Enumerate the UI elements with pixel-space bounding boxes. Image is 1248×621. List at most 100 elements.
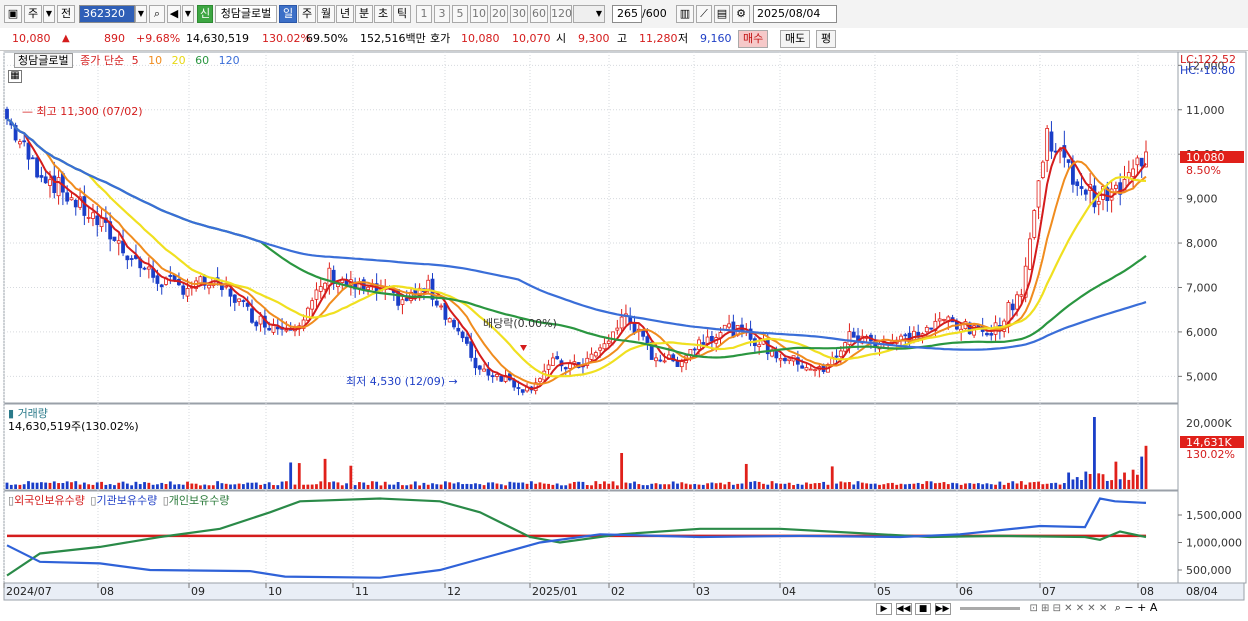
candle-body — [568, 363, 572, 369]
zoom-in-icon[interactable]: + — [1137, 601, 1146, 614]
candle-body — [550, 357, 555, 366]
volume-bar — [946, 484, 950, 489]
candle-body — [912, 330, 916, 341]
candle-body — [834, 355, 839, 358]
volume-bar — [809, 483, 813, 489]
volume-bar — [1037, 481, 1040, 489]
window-icon[interactable]: ▣ — [4, 5, 22, 23]
rewind-icon[interactable]: ◀◀ — [895, 603, 912, 615]
candle-body — [1135, 157, 1140, 166]
interval-button-60[interactable]: 60 — [530, 5, 548, 23]
calendar-icon[interactable]: ▦ — [8, 70, 22, 83]
volume-bar — [955, 483, 959, 489]
price-legend: 청담글로벌 종가 단순 5 10 20 60 120 — [14, 52, 240, 68]
candle-body — [284, 329, 289, 332]
volume-bar — [822, 481, 826, 489]
interval-button-20[interactable]: 20 — [490, 5, 508, 23]
speaker-dropdown-icon[interactable]: ▼ — [182, 5, 194, 23]
candle-body — [602, 343, 607, 350]
volume-bar — [39, 482, 43, 489]
period-tab-6[interactable]: 틱 — [393, 5, 411, 23]
stock-chart[interactable]: 12,00011,00010,0009,0008,0007,0006,0005,… — [0, 50, 1248, 621]
candle-body — [181, 285, 186, 295]
settings-gear-icon[interactable]: ⚙ — [732, 5, 750, 23]
market-selector[interactable]: 주 — [24, 5, 42, 23]
candle-body — [477, 365, 482, 370]
volume-bar — [534, 483, 538, 489]
volume-bar — [203, 484, 207, 489]
period-tab-4[interactable]: 분 — [355, 5, 373, 23]
candle-body — [662, 360, 667, 363]
line-tool-icon[interactable]: ⟋ — [696, 5, 712, 23]
volume-bar — [542, 483, 546, 489]
volume-bar — [547, 483, 550, 489]
volume-bar — [65, 481, 69, 489]
text-tool-icon[interactable]: A — [1150, 601, 1158, 614]
speaker-icon[interactable]: ◀ — [167, 5, 181, 23]
period-tab-3[interactable]: 년 — [336, 5, 354, 23]
volume-bar — [108, 484, 112, 489]
interval-button-3[interactable]: 3 — [434, 5, 450, 23]
volume-bar — [663, 484, 667, 489]
play-icon[interactable]: ▶ — [876, 603, 892, 615]
volume-bar — [95, 482, 99, 489]
interval-button-1[interactable]: 1 — [416, 5, 432, 23]
volume-bar — [117, 482, 121, 489]
candle-body — [125, 255, 130, 261]
period-tab-2[interactable]: 월 — [317, 5, 335, 23]
buy-button[interactable]: 매수 — [738, 30, 769, 48]
ask-label: 호가 — [430, 32, 451, 45]
volume-bar — [856, 481, 860, 489]
interval-button-30[interactable]: 30 — [510, 5, 528, 23]
volume-bar — [284, 481, 288, 489]
volume-bar — [327, 482, 331, 489]
legend-ma-20: 20 — [171, 54, 186, 67]
stop-icon[interactable]: ■ — [915, 603, 931, 615]
volume-bar — [1088, 473, 1092, 489]
volume-bar — [1136, 474, 1139, 489]
volume-bar — [740, 483, 744, 489]
zoom-out-icon[interactable]: − — [1124, 601, 1133, 614]
candle-type-icon[interactable]: ▥ — [676, 5, 694, 23]
candle-body — [35, 157, 39, 178]
volume-bar — [817, 482, 821, 489]
period-tab-0[interactable]: 일 — [279, 5, 297, 23]
volume-bar — [921, 483, 924, 489]
candle-body — [804, 367, 809, 371]
volume-bar — [564, 485, 568, 489]
volume-bar — [181, 484, 185, 489]
forward-icon[interactable]: ▶▶ — [934, 603, 951, 615]
search-icon[interactable]: ⌕ — [149, 5, 165, 23]
eval-button[interactable]: 평 — [816, 30, 837, 48]
sell-button[interactable]: 매도 — [780, 30, 811, 48]
count-input[interactable]: 265 — [612, 5, 642, 23]
volume-bar — [989, 484, 993, 489]
interval-button-5[interactable]: 5 — [452, 5, 468, 23]
prev-button[interactable]: 전 — [57, 5, 75, 23]
month-label: 07 — [1042, 585, 1056, 598]
zoom-slider[interactable] — [960, 606, 1020, 610]
volume-bar — [585, 485, 589, 489]
low-price: 9,160 — [700, 32, 732, 45]
period-tab-5[interactable]: 초 — [374, 5, 392, 23]
interval-button-120[interactable]: 120 — [550, 5, 572, 23]
zoom-search-icon[interactable]: ⌕ — [1115, 601, 1121, 614]
code-dropdown-icon[interactable]: ▼ — [135, 5, 147, 23]
market-dropdown-icon[interactable]: ▼ — [43, 5, 55, 23]
volume-bar — [749, 481, 752, 489]
volume-bar — [766, 484, 770, 489]
date-input[interactable]: 2025/08/04 — [753, 5, 837, 23]
interval-button-10[interactable]: 10 — [470, 5, 488, 23]
candle-body — [783, 358, 787, 362]
stock-code-input[interactable]: 362320 — [79, 5, 135, 23]
interval-dropdown[interactable]: ▼ — [573, 5, 605, 23]
save-icon[interactable]: ▤ — [714, 5, 730, 23]
candle-body — [1045, 128, 1050, 161]
crosshair-tools-icon[interactable]: ⊡ ⊞ ⊟ ✕ ✕ ✕ ✕ — [1030, 603, 1108, 614]
candle-body — [787, 358, 792, 362]
period-tab-1[interactable]: 주 — [298, 5, 316, 23]
volume-bar — [839, 481, 843, 489]
volume-bar — [100, 481, 103, 489]
candle-body — [538, 378, 542, 383]
volume-bar — [878, 484, 881, 489]
